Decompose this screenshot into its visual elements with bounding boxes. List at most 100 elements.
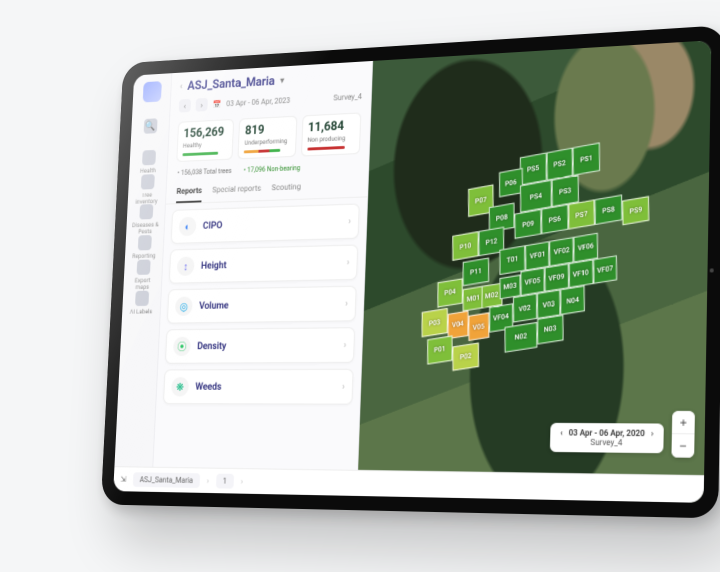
parcel-PS1[interactable]: PS1 — [572, 143, 599, 176]
parcel-VF06[interactable]: VF06 — [573, 233, 598, 262]
tab-special-reports[interactable]: Special reports — [212, 179, 262, 202]
report-title: Height — [201, 257, 340, 271]
parcel-M03[interactable]: M03 — [499, 274, 520, 300]
chevron-right-icon: › — [348, 216, 351, 227]
parcel-P12[interactable]: P12 — [478, 227, 504, 256]
parcel-P10[interactable]: P10 — [452, 232, 478, 261]
nav-item-0[interactable]: Health — [133, 150, 164, 175]
metric-value: 819 — [245, 122, 291, 138]
tablet-frame: 🔍 HealthTree inventoryDiseases & PestsRe… — [101, 25, 720, 518]
parcel-N04[interactable]: N04 — [560, 286, 584, 315]
date-next-button[interactable]: › — [195, 98, 207, 112]
report-height[interactable]: ↕Height› — [169, 245, 358, 284]
chevron-left-icon[interactable]: ‹ — [560, 428, 563, 437]
nav-label: Export maps — [127, 277, 158, 290]
parcel-PS6[interactable]: PS6 — [541, 205, 568, 235]
map-survey-label: Survey_4 — [590, 438, 622, 448]
parcel-VF07[interactable]: VF07 — [592, 255, 617, 285]
parcel-PS3[interactable]: PS3 — [551, 175, 578, 208]
parcel-PS9[interactable]: PS9 — [622, 196, 650, 226]
map-date-pill[interactable]: ‹ 03 Apr - 06 Apr, 2020 › Survey_4 — [550, 423, 664, 453]
parcel-P11[interactable]: P11 — [462, 258, 488, 287]
report-title: Volume — [199, 298, 338, 311]
trees-bearing: 17,096 Non-bearing — [243, 164, 300, 174]
parcel-VF04[interactable]: VF04 — [489, 304, 513, 333]
parcel-P01[interactable]: P01 — [426, 336, 452, 365]
nav-item-5[interactable]: AI Labels — [126, 290, 157, 315]
tab-scouting[interactable]: Scouting — [271, 178, 301, 200]
report-density[interactable]: ⦿Density› — [165, 327, 355, 364]
metric-bar — [182, 152, 218, 156]
chevron-right-icon: › — [346, 257, 349, 268]
map-canvas[interactable]: PS1PS2PS5P06PS4PS3P07P08P09PS6PS7PS8P10P… — [357, 40, 711, 503]
parcel-VF09[interactable]: VF09 — [544, 264, 568, 293]
date-range: 03 Apr - 06 Apr, 2023 — [226, 96, 290, 108]
calendar-icon[interactable]: 📅 — [213, 100, 222, 109]
parcel-PS8[interactable]: PS8 — [594, 195, 621, 225]
report-title: Density — [197, 340, 336, 352]
parcel-V02[interactable]: V02 — [512, 294, 536, 323]
chevron-right-icon: › — [342, 381, 345, 392]
farm-name[interactable]: ASJ_Santa_Maria — [187, 74, 275, 93]
parcel-layer: PS1PS2PS5P06PS4PS3P07P08P09PS6PS7PS8P10P… — [411, 112, 680, 436]
nav-label: Health — [140, 168, 156, 175]
nav-item-3[interactable]: Reporting — [129, 235, 160, 260]
parcel-PS4[interactable]: PS4 — [520, 180, 552, 213]
parcel-V03[interactable]: V03 — [536, 290, 560, 319]
metric-non-producing[interactable]: 11,684Non producing — [301, 112, 362, 156]
parcel-P04[interactable]: P04 — [437, 279, 463, 308]
nav-item-1[interactable]: Tree inventory — [131, 174, 162, 206]
map-date-range: 03 Apr - 06 Apr, 2020 — [569, 428, 645, 438]
chevron-right-icon[interactable]: › — [651, 429, 654, 439]
parcel-V05[interactable]: V05 — [468, 313, 489, 341]
parcel-V04[interactable]: V04 — [447, 311, 468, 339]
tab-reports[interactable]: Reports — [176, 182, 202, 204]
nav-item-4[interactable]: Export maps — [127, 259, 159, 290]
parcel-M02[interactable]: M02 — [481, 283, 502, 309]
metric-healthy[interactable]: 156,269Healthy — [176, 119, 234, 162]
date-prev-button[interactable]: ‹ — [179, 99, 191, 113]
metric-label: Healthy — [183, 140, 228, 150]
app-logo[interactable] — [142, 81, 161, 102]
parcel-VF10[interactable]: VF10 — [568, 260, 593, 289]
report-icon: ◎ — [175, 297, 193, 316]
report-volume[interactable]: ◎Volume› — [167, 286, 357, 324]
parcel-M01[interactable]: M01 — [462, 286, 483, 312]
nav-item-2[interactable]: Diseases & Pests — [130, 204, 161, 236]
parcel-P03[interactable]: P03 — [421, 309, 447, 338]
collapse-icon[interactable]: ⇲ — [120, 475, 126, 484]
chevron-down-icon[interactable]: ▾ — [280, 76, 285, 87]
search-button[interactable]: 🔍 — [135, 118, 166, 134]
parcel-P09[interactable]: P09 — [514, 210, 541, 240]
survey-label[interactable]: Survey_4 — [333, 92, 362, 102]
side-panel: ‹ ASJ_Santa_Maria ▾ ‹ › 📅 03 Apr - 06 Ap… — [152, 61, 373, 496]
back-icon[interactable]: ‹ — [180, 82, 183, 92]
metric-underperforming[interactable]: 819Underperforming — [238, 116, 297, 160]
report-cipo[interactable]: ◐CIPO› — [171, 203, 360, 243]
breadcrumb-step[interactable]: 1 — [216, 474, 235, 489]
parcel-P06[interactable]: P06 — [499, 169, 523, 198]
parcel-PS5[interactable]: PS5 — [519, 153, 546, 185]
front-camera — [710, 268, 714, 272]
parcel-N02[interactable]: N02 — [504, 322, 536, 352]
parcel-P02[interactable]: P02 — [452, 343, 478, 372]
map-attribution: © Mapbox © OpenStreetMap Improve this ma… — [522, 481, 698, 497]
parcel-P08[interactable]: P08 — [488, 203, 514, 232]
mapbox-logo: ⊕ mapbox — [365, 480, 396, 489]
breadcrumb-farm[interactable]: ASJ_Santa_Maria — [133, 472, 201, 488]
app-screen: 🔍 HealthTree inventoryDiseases & PestsRe… — [113, 40, 711, 503]
report-weeds[interactable]: ❋Weeds› — [163, 369, 354, 405]
zoom-in-button[interactable]: + — [672, 411, 695, 434]
parcel-N03[interactable]: N03 — [536, 315, 563, 345]
zoom-out-button[interactable]: − — [671, 434, 694, 458]
parcel-VF01[interactable]: VF01 — [525, 242, 549, 271]
nav-icon — [135, 290, 149, 305]
parcel-PS2[interactable]: PS2 — [546, 148, 573, 181]
parcel-VF02[interactable]: VF02 — [549, 237, 573, 266]
parcel-P07[interactable]: P07 — [467, 185, 493, 217]
parcel-VF05[interactable]: VF05 — [520, 268, 544, 297]
metric-bar — [307, 146, 344, 151]
metric-bar — [244, 149, 280, 153]
parcel-T01[interactable]: T01 — [499, 246, 525, 275]
parcel-PS7[interactable]: PS7 — [567, 200, 594, 230]
